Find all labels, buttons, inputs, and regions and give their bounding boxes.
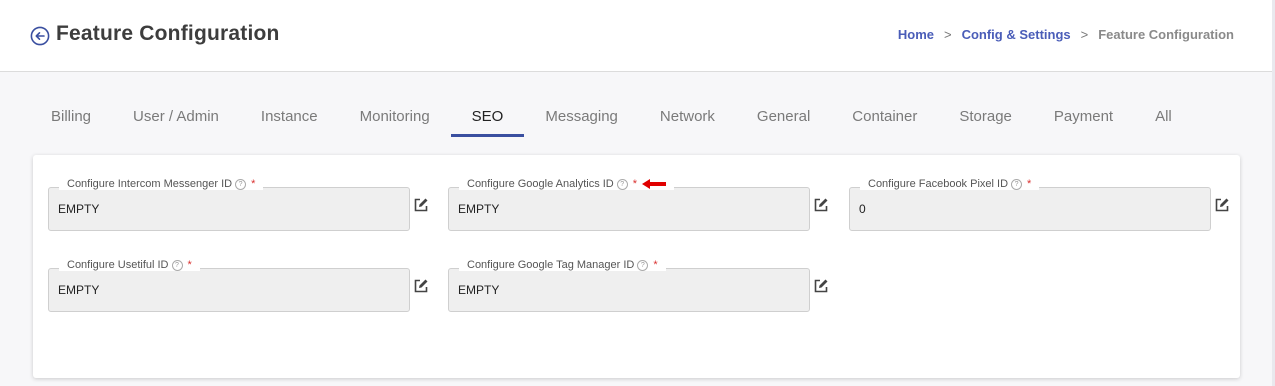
tab-general[interactable]: General bbox=[736, 100, 831, 134]
edit-icon[interactable] bbox=[413, 278, 429, 294]
edit-icon[interactable] bbox=[813, 278, 829, 294]
intercom-label-text: Configure Intercom Messenger ID bbox=[67, 178, 233, 190]
back-arrow-circle-icon[interactable] bbox=[30, 26, 50, 46]
field-label: Configure Usetiful ID ? * bbox=[59, 259, 200, 271]
facebook-pixel-id-field[interactable]: Configure Facebook Pixel ID ? * 0 bbox=[849, 178, 1211, 231]
edit-icon[interactable] bbox=[413, 197, 429, 213]
tab-monitoring[interactable]: Monitoring bbox=[339, 100, 451, 134]
tab-storage[interactable]: Storage bbox=[938, 100, 1033, 134]
google-analytics-id-field[interactable]: Configure Google Analytics ID ? * EMPTY bbox=[448, 178, 810, 231]
tab-bar: Billing User / Admin Instance Monitoring… bbox=[30, 100, 1193, 138]
tab-instance[interactable]: Instance bbox=[240, 100, 339, 134]
breadcrumb-separator: > bbox=[943, 27, 952, 42]
usetiful-label-text: Configure Usetiful ID bbox=[67, 259, 169, 271]
help-icon[interactable]: ? bbox=[235, 178, 247, 190]
breadcrumb-config-settings[interactable]: Config & Settings bbox=[962, 27, 1071, 42]
field-label: Configure Google Tag Manager ID ? * bbox=[459, 259, 666, 271]
tab-payment[interactable]: Payment bbox=[1033, 100, 1134, 134]
facebook-pixel-label-text: Configure Facebook Pixel ID bbox=[868, 178, 1009, 190]
google-tag-manager-label-text: Configure Google Tag Manager ID bbox=[467, 259, 635, 271]
google-tag-manager-value: EMPTY bbox=[458, 283, 500, 297]
tab-all[interactable]: All bbox=[1134, 100, 1193, 134]
intercom-messenger-id-field[interactable]: Configure Intercom Messenger ID ? * EMPT… bbox=[48, 178, 410, 231]
page-title: Feature Configuration bbox=[56, 22, 280, 45]
required-marker: * bbox=[187, 259, 192, 271]
page-header: Feature Configuration Home > Config & Se… bbox=[0, 0, 1275, 72]
breadcrumb-current: Feature Configuration bbox=[1098, 27, 1234, 42]
tab-user-admin[interactable]: User / Admin bbox=[112, 100, 240, 134]
intercom-value: EMPTY bbox=[58, 202, 100, 216]
required-marker: * bbox=[653, 259, 658, 271]
seo-settings-card: Configure Intercom Messenger ID ? * EMPT… bbox=[33, 155, 1240, 378]
required-marker: * bbox=[1027, 178, 1032, 190]
help-icon[interactable]: ? bbox=[637, 259, 649, 271]
red-arrow-icon bbox=[642, 179, 667, 189]
breadcrumb: Home > Config & Settings > Feature Confi… bbox=[898, 27, 1234, 42]
edit-icon[interactable] bbox=[1214, 197, 1230, 213]
required-marker: * bbox=[632, 178, 638, 190]
google-analytics-value: EMPTY bbox=[458, 202, 500, 216]
tab-container[interactable]: Container bbox=[831, 100, 938, 134]
facebook-pixel-value: 0 bbox=[859, 202, 866, 216]
tab-network[interactable]: Network bbox=[639, 100, 736, 134]
usetiful-value: EMPTY bbox=[58, 283, 100, 297]
help-icon[interactable]: ? bbox=[1011, 178, 1023, 190]
usetiful-id-field[interactable]: Configure Usetiful ID ? * EMPTY bbox=[48, 259, 410, 312]
tab-billing[interactable]: Billing bbox=[30, 100, 112, 134]
help-icon[interactable]: ? bbox=[616, 178, 628, 190]
google-analytics-label-text: Configure Google Analytics ID bbox=[467, 178, 614, 190]
breadcrumb-separator: > bbox=[1080, 27, 1089, 42]
required-marker: * bbox=[251, 178, 256, 190]
field-label: Configure Facebook Pixel ID ? * bbox=[860, 178, 1040, 190]
breadcrumb-home[interactable]: Home bbox=[898, 27, 934, 42]
edit-icon[interactable] bbox=[813, 197, 829, 213]
field-label: Configure Google Analytics ID ? * bbox=[459, 178, 675, 190]
google-tag-manager-id-field[interactable]: Configure Google Tag Manager ID ? * EMPT… bbox=[448, 259, 810, 312]
field-label: Configure Intercom Messenger ID ? * bbox=[59, 178, 264, 190]
tab-messaging[interactable]: Messaging bbox=[524, 100, 639, 134]
help-icon[interactable]: ? bbox=[171, 259, 183, 271]
tab-seo[interactable]: SEO bbox=[450, 100, 525, 137]
